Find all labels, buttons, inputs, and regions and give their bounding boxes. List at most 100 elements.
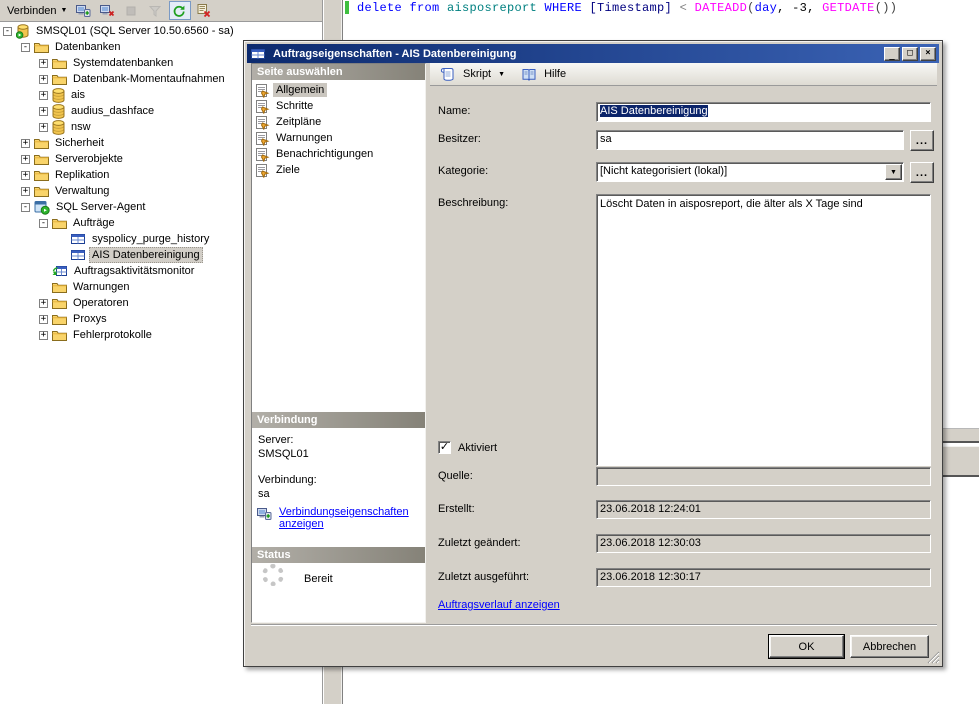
expand-expander[interactable]: + xyxy=(39,75,48,84)
dialog-titlebar[interactable]: Auftragseigenschaften - AIS Datenbereini… xyxy=(247,44,939,63)
select-page-header: Seite auswählen xyxy=(252,64,425,80)
tree-item-label: ais xyxy=(68,88,88,102)
owner-input[interactable]: sa xyxy=(596,130,904,150)
object-explorer-toolbar: Verbinden ▼ xyxy=(0,0,322,22)
enabled-checkbox[interactable]: ✓ xyxy=(438,441,451,454)
chevron-down-icon: ▼ xyxy=(498,71,505,78)
expand-expander[interactable]: + xyxy=(39,123,48,132)
tree-item-label: Warnungen xyxy=(70,280,132,294)
folder-icon xyxy=(34,168,49,182)
connect-dropdown-button[interactable]: Verbinden ▼ xyxy=(2,3,72,19)
category-browse-button[interactable]: ... xyxy=(910,162,934,183)
category-dropdown[interactable]: [Nicht kategorisiert (lokal)] ▼ xyxy=(596,162,904,182)
pages-list: AllgemeinSchritteZeitpläneWarnungenBenac… xyxy=(252,82,425,178)
source-field xyxy=(596,467,931,486)
expand-expander[interactable]: + xyxy=(21,171,30,180)
database-icon xyxy=(52,120,65,135)
tree-item[interactable]: -SMSQL01 (SQL Server 10.50.6560 - sa) xyxy=(0,23,322,39)
expander-placeholder xyxy=(39,267,48,276)
folder-icon xyxy=(52,56,67,70)
cancel-button[interactable]: Abbrechen xyxy=(850,635,929,658)
window-controls: _ □ × xyxy=(884,47,936,61)
disconnect-button[interactable] xyxy=(97,1,119,20)
toolbar-buttons xyxy=(72,1,216,20)
dialog-toolbar: Skript ▼ Hilfe xyxy=(430,63,937,86)
expand-expander[interactable]: + xyxy=(39,299,48,308)
expand-expander[interactable]: + xyxy=(21,155,30,164)
dialog-title: Auftragseigenschaften - AIS Datenbereini… xyxy=(273,48,884,60)
category-label: Kategorie: xyxy=(438,165,488,177)
connection-label: Verbindung: xyxy=(258,474,317,486)
filter-button xyxy=(145,1,167,20)
script-error-button[interactable] xyxy=(193,1,215,20)
executed-field: 23.06.2018 12:30:17 xyxy=(596,568,931,587)
folder-icon xyxy=(34,40,49,54)
page-item[interactable]: Allgemein xyxy=(252,82,425,98)
view-connection-properties-link[interactable]: Verbindungseigenschaften anzeigen xyxy=(256,506,416,530)
job-icon xyxy=(70,248,86,262)
expand-expander[interactable]: + xyxy=(21,187,30,196)
refresh-button[interactable] xyxy=(169,1,191,20)
background-pane-edge xyxy=(941,428,979,443)
page-icon xyxy=(255,99,270,114)
server-value: SMSQL01 xyxy=(258,448,309,460)
job-history-link[interactable]: Auftragsverlauf anzeigen xyxy=(438,599,560,611)
script-button[interactable]: Skript ▼ xyxy=(436,64,508,84)
name-input[interactable]: AIS Datenbereinigung xyxy=(596,102,931,122)
status-text: Bereit xyxy=(304,573,333,585)
tree-item-label: AIS Datenbereinigung xyxy=(89,247,203,263)
ok-button[interactable]: OK xyxy=(769,635,844,658)
expand-expander[interactable]: + xyxy=(21,139,30,148)
expand-expander[interactable]: + xyxy=(39,315,48,324)
stop-button xyxy=(121,1,143,20)
tree-item-label: Replikation xyxy=(52,168,112,182)
tree-item-label: Proxys xyxy=(70,312,110,326)
tree-item-label: Datenbanken xyxy=(52,40,123,54)
folder-icon xyxy=(52,280,67,294)
tree-item-label: Auftragsaktivitätsmonitor xyxy=(71,264,197,278)
expand-expander[interactable]: + xyxy=(39,331,48,340)
source-label: Quelle: xyxy=(438,470,473,482)
help-button[interactable]: Hilfe xyxy=(518,65,569,84)
page-item[interactable]: Schritte xyxy=(252,98,425,114)
collapse-expander[interactable]: - xyxy=(21,43,30,52)
sql-line: delete from aisposreport WHERE [Timestam… xyxy=(357,1,897,15)
tree-item-label: Sicherheit xyxy=(52,136,107,150)
expand-expander[interactable]: + xyxy=(39,59,48,68)
description-textarea[interactable]: Löscht Daten in aisposreport, die älter … xyxy=(596,194,931,466)
expand-expander[interactable]: + xyxy=(39,91,48,100)
minimize-button[interactable]: _ xyxy=(884,47,900,61)
page-item[interactable]: Warnungen xyxy=(252,130,425,146)
connect-label: Verbinden xyxy=(7,5,57,17)
page-icon xyxy=(255,163,270,178)
collapse-expander[interactable]: - xyxy=(3,27,12,36)
connection-header: Verbindung xyxy=(252,412,425,428)
folder-icon xyxy=(52,216,67,230)
created-label: Erstellt: xyxy=(438,503,475,515)
name-label: Name: xyxy=(438,105,470,117)
dropdown-arrow-icon[interactable]: ▼ xyxy=(885,164,902,180)
maximize-button[interactable]: □ xyxy=(902,47,918,61)
resize-grip[interactable] xyxy=(927,651,940,664)
tree-item-label: Datenbank-Momentaufnahmen xyxy=(70,72,228,86)
status-header: Status xyxy=(252,547,425,563)
expand-expander[interactable]: + xyxy=(39,107,48,116)
connect-button[interactable] xyxy=(73,1,95,20)
collapse-expander[interactable]: - xyxy=(21,203,30,212)
folder-icon xyxy=(34,184,49,198)
refresh-icon xyxy=(171,4,186,18)
job-properties-dialog: Auftragseigenschaften - AIS Datenbereini… xyxy=(243,40,943,667)
database-icon xyxy=(52,104,65,119)
server-label: Server: xyxy=(258,434,293,446)
filter-icon xyxy=(148,4,162,18)
owner-browse-button[interactable]: ... xyxy=(910,130,934,151)
page-item-label: Warnungen xyxy=(273,131,335,145)
page-item[interactable]: Zeitpläne xyxy=(252,114,425,130)
close-button[interactable]: × xyxy=(920,47,936,61)
tree-item-label: Serverobjekte xyxy=(52,152,126,166)
page-icon xyxy=(255,147,270,162)
page-item[interactable]: Ziele xyxy=(252,162,425,178)
help-icon xyxy=(521,67,537,82)
collapse-expander[interactable]: - xyxy=(39,219,48,228)
page-item[interactable]: Benachrichtigungen xyxy=(252,146,425,162)
